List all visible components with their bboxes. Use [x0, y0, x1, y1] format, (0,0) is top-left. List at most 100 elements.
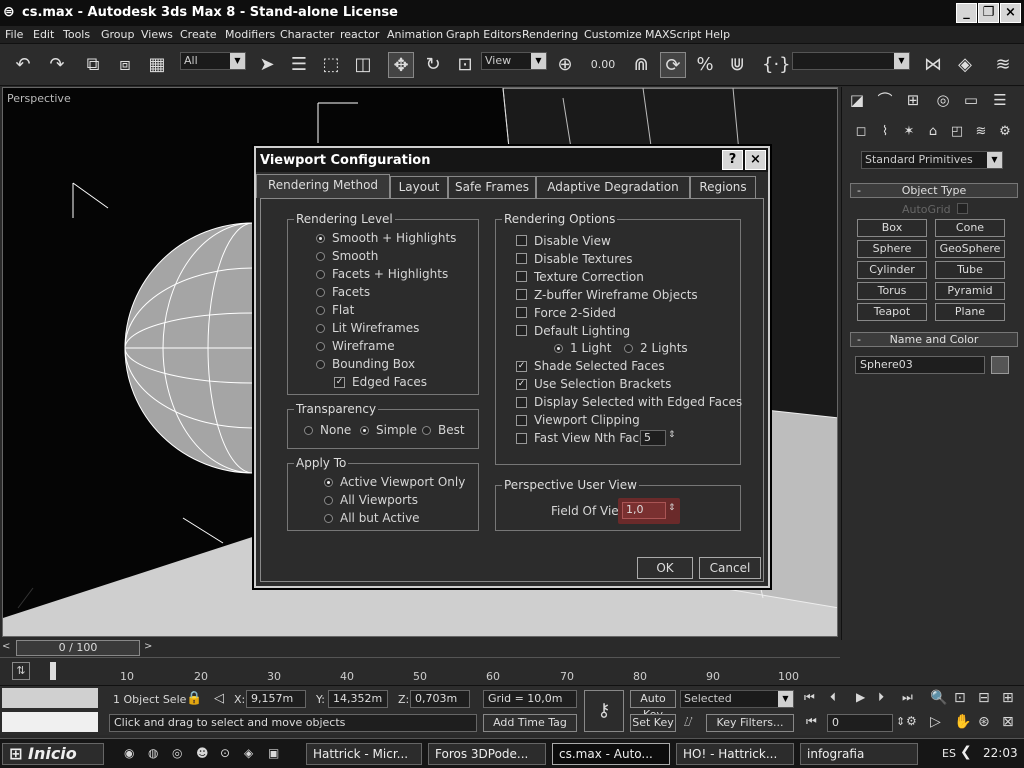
hierarchy-tab-icon[interactable]: ⊞	[902, 89, 924, 111]
tab-layout[interactable]: Layout	[390, 176, 448, 198]
play-icon[interactable]: ▶	[856, 690, 865, 704]
motion-tab-icon[interactable]: ◎	[932, 89, 954, 111]
tab-rendering-method[interactable]: Rendering Method	[256, 174, 390, 198]
radio-bounding-box[interactable]	[316, 360, 325, 369]
edit-named-selection-icon[interactable]: {·}	[762, 52, 791, 78]
systems-icon[interactable]: ⚙	[994, 121, 1016, 143]
menu-rendering[interactable]: Rendering	[522, 28, 578, 41]
unlink-icon[interactable]: ⧈	[112, 52, 138, 78]
menu-customize[interactable]: Customize	[584, 28, 642, 41]
align-icon[interactable]: ◈	[952, 52, 978, 78]
radio-transparency-none[interactable]	[304, 426, 313, 435]
radio-all-but-active[interactable]	[324, 514, 333, 523]
radio-facets-highlights[interactable]	[316, 270, 325, 279]
zoom-extents-all-icon[interactable]: ⊞	[1002, 690, 1014, 706]
radio-smooth[interactable]	[316, 252, 325, 261]
sphere-button[interactable]: Sphere	[857, 240, 927, 258]
close-window-button[interactable]: ×	[1000, 3, 1021, 23]
spinner-snap-icon[interactable]: ⋓	[724, 52, 750, 78]
absolute-mode-icon[interactable]: ◁	[214, 691, 224, 706]
media-icon[interactable]: ⊙	[220, 746, 230, 760]
object-color-swatch[interactable]	[991, 356, 1009, 374]
select-link-icon[interactable]: ⧉	[80, 52, 106, 78]
select-and-scale-icon[interactable]: ⊡	[452, 52, 478, 78]
box-button[interactable]: Box	[857, 219, 927, 237]
task-ho-hattrick[interactable]: HO! - Hattrick...	[676, 743, 794, 765]
percent-snap-icon[interactable]: %	[692, 52, 718, 78]
maxscript-listener-top[interactable]	[2, 688, 98, 708]
helpers-icon[interactable]: ◰	[946, 121, 968, 143]
shapes-icon[interactable]: ⌇	[874, 121, 896, 143]
texture-correction-checkbox[interactable]	[516, 271, 527, 282]
pyramid-button[interactable]: Pyramid	[935, 282, 1005, 300]
mirror-icon[interactable]: ⋈	[920, 52, 946, 78]
radio-active-viewport-only[interactable]	[324, 478, 333, 487]
task-foros-3dpoder[interactable]: Foros 3DPode...	[428, 743, 546, 765]
spinner-icon[interactable]: ⇕	[668, 430, 676, 440]
messenger-icon[interactable]: ☻	[196, 746, 209, 760]
torus-button[interactable]: Torus	[857, 282, 927, 300]
force-two-sided-checkbox[interactable]	[516, 307, 527, 318]
task-3dsmax[interactable]: cs.max - Auto...	[552, 743, 670, 765]
lights-icon[interactable]: ✶	[898, 121, 920, 143]
radio-two-lights[interactable]	[624, 344, 633, 353]
zoom-extents-icon[interactable]: ⊟	[978, 690, 990, 706]
chat-icon[interactable]: ◈	[244, 746, 253, 760]
pivot-center-icon[interactable]: ⊕	[552, 52, 578, 78]
key-filters-button[interactable]: Key Filters...	[706, 714, 794, 732]
auto-key-button[interactable]: Auto Key	[630, 690, 676, 721]
z-coordinate-field[interactable]: 0,703m	[410, 690, 470, 708]
keyboard-shortcut-override-icon[interactable]: 0.00	[590, 52, 616, 78]
select-and-move-icon[interactable]: ✥	[388, 52, 414, 78]
angle-snap-icon[interactable]: ⟳	[660, 52, 686, 78]
object-type-rollout-header[interactable]: - Object Type	[850, 183, 1018, 198]
select-and-rotate-icon[interactable]: ↻	[420, 52, 446, 78]
disable-view-checkbox[interactable]	[516, 235, 527, 246]
radio-flat[interactable]	[316, 306, 325, 315]
radio-all-viewports[interactable]	[324, 496, 333, 505]
tube-button[interactable]: Tube	[935, 261, 1005, 279]
default-lighting-checkbox[interactable]	[516, 325, 527, 336]
snaps-toggle-icon[interactable]: ⋒	[628, 52, 654, 78]
add-time-tag-button[interactable]: Add Time Tag	[483, 714, 577, 732]
display-edged-faces-checkbox[interactable]	[516, 397, 527, 408]
selection-brackets-checkbox[interactable]: ✓	[516, 379, 527, 390]
redo-icon[interactable]: ↷	[44, 52, 70, 78]
plane-button[interactable]: Plane	[935, 303, 1005, 321]
x-coordinate-field[interactable]: 9,157m	[246, 690, 306, 708]
radio-transparency-best[interactable]	[422, 426, 431, 435]
tray-chevron-icon[interactable]: ❮	[960, 744, 972, 760]
tab-adaptive-degradation[interactable]: Adaptive Degradation	[536, 176, 690, 198]
menu-maxscript[interactable]: MAXScript	[645, 28, 701, 41]
radio-lit-wireframes[interactable]	[316, 324, 325, 333]
shade-selected-faces-checkbox[interactable]: ✓	[516, 361, 527, 372]
autogrid-checkbox[interactable]	[957, 203, 968, 214]
spinner-icon[interactable]: ⇕	[668, 503, 676, 513]
utilities-tab-icon[interactable]: ☰	[989, 89, 1011, 111]
tangent-icon[interactable]: ⌰	[684, 715, 693, 730]
field-of-view-icon[interactable]: ▷	[930, 714, 941, 730]
explorer-icon[interactable]: ◍	[148, 746, 158, 760]
ok-button[interactable]: OK	[637, 557, 693, 579]
arrow-right-icon[interactable]: >	[144, 641, 158, 655]
maximize-button[interactable]: ❐	[978, 3, 999, 23]
cylinder-button[interactable]: Cylinder	[857, 261, 927, 279]
menu-animation[interactable]: Animation	[387, 28, 443, 41]
select-object-icon[interactable]: ➤	[254, 52, 280, 78]
fast-view-nth-field[interactable]: 5	[640, 430, 666, 446]
zbuffer-wireframe-checkbox[interactable]	[516, 289, 527, 300]
name-color-rollout-header[interactable]: - Name and Color	[850, 332, 1018, 347]
menu-character[interactable]: Character	[280, 28, 334, 41]
menu-file[interactable]: File	[5, 28, 23, 41]
menu-group[interactable]: Group	[101, 28, 135, 41]
pan-icon[interactable]: ✋	[954, 714, 971, 730]
cancel-button[interactable]: Cancel	[699, 557, 761, 579]
arrow-left-icon[interactable]: <	[2, 641, 16, 655]
cone-button[interactable]: Cone	[935, 219, 1005, 237]
maximize-viewport-icon[interactable]: ⊠	[1002, 714, 1014, 730]
set-key-button[interactable]: Set Key	[630, 714, 676, 732]
geometry-icon[interactable]: ◻	[850, 121, 872, 143]
go-to-end-icon[interactable]: ⏭	[902, 690, 913, 705]
next-frame-icon[interactable]: ⏵	[878, 690, 884, 705]
menu-tools[interactable]: Tools	[63, 28, 90, 41]
